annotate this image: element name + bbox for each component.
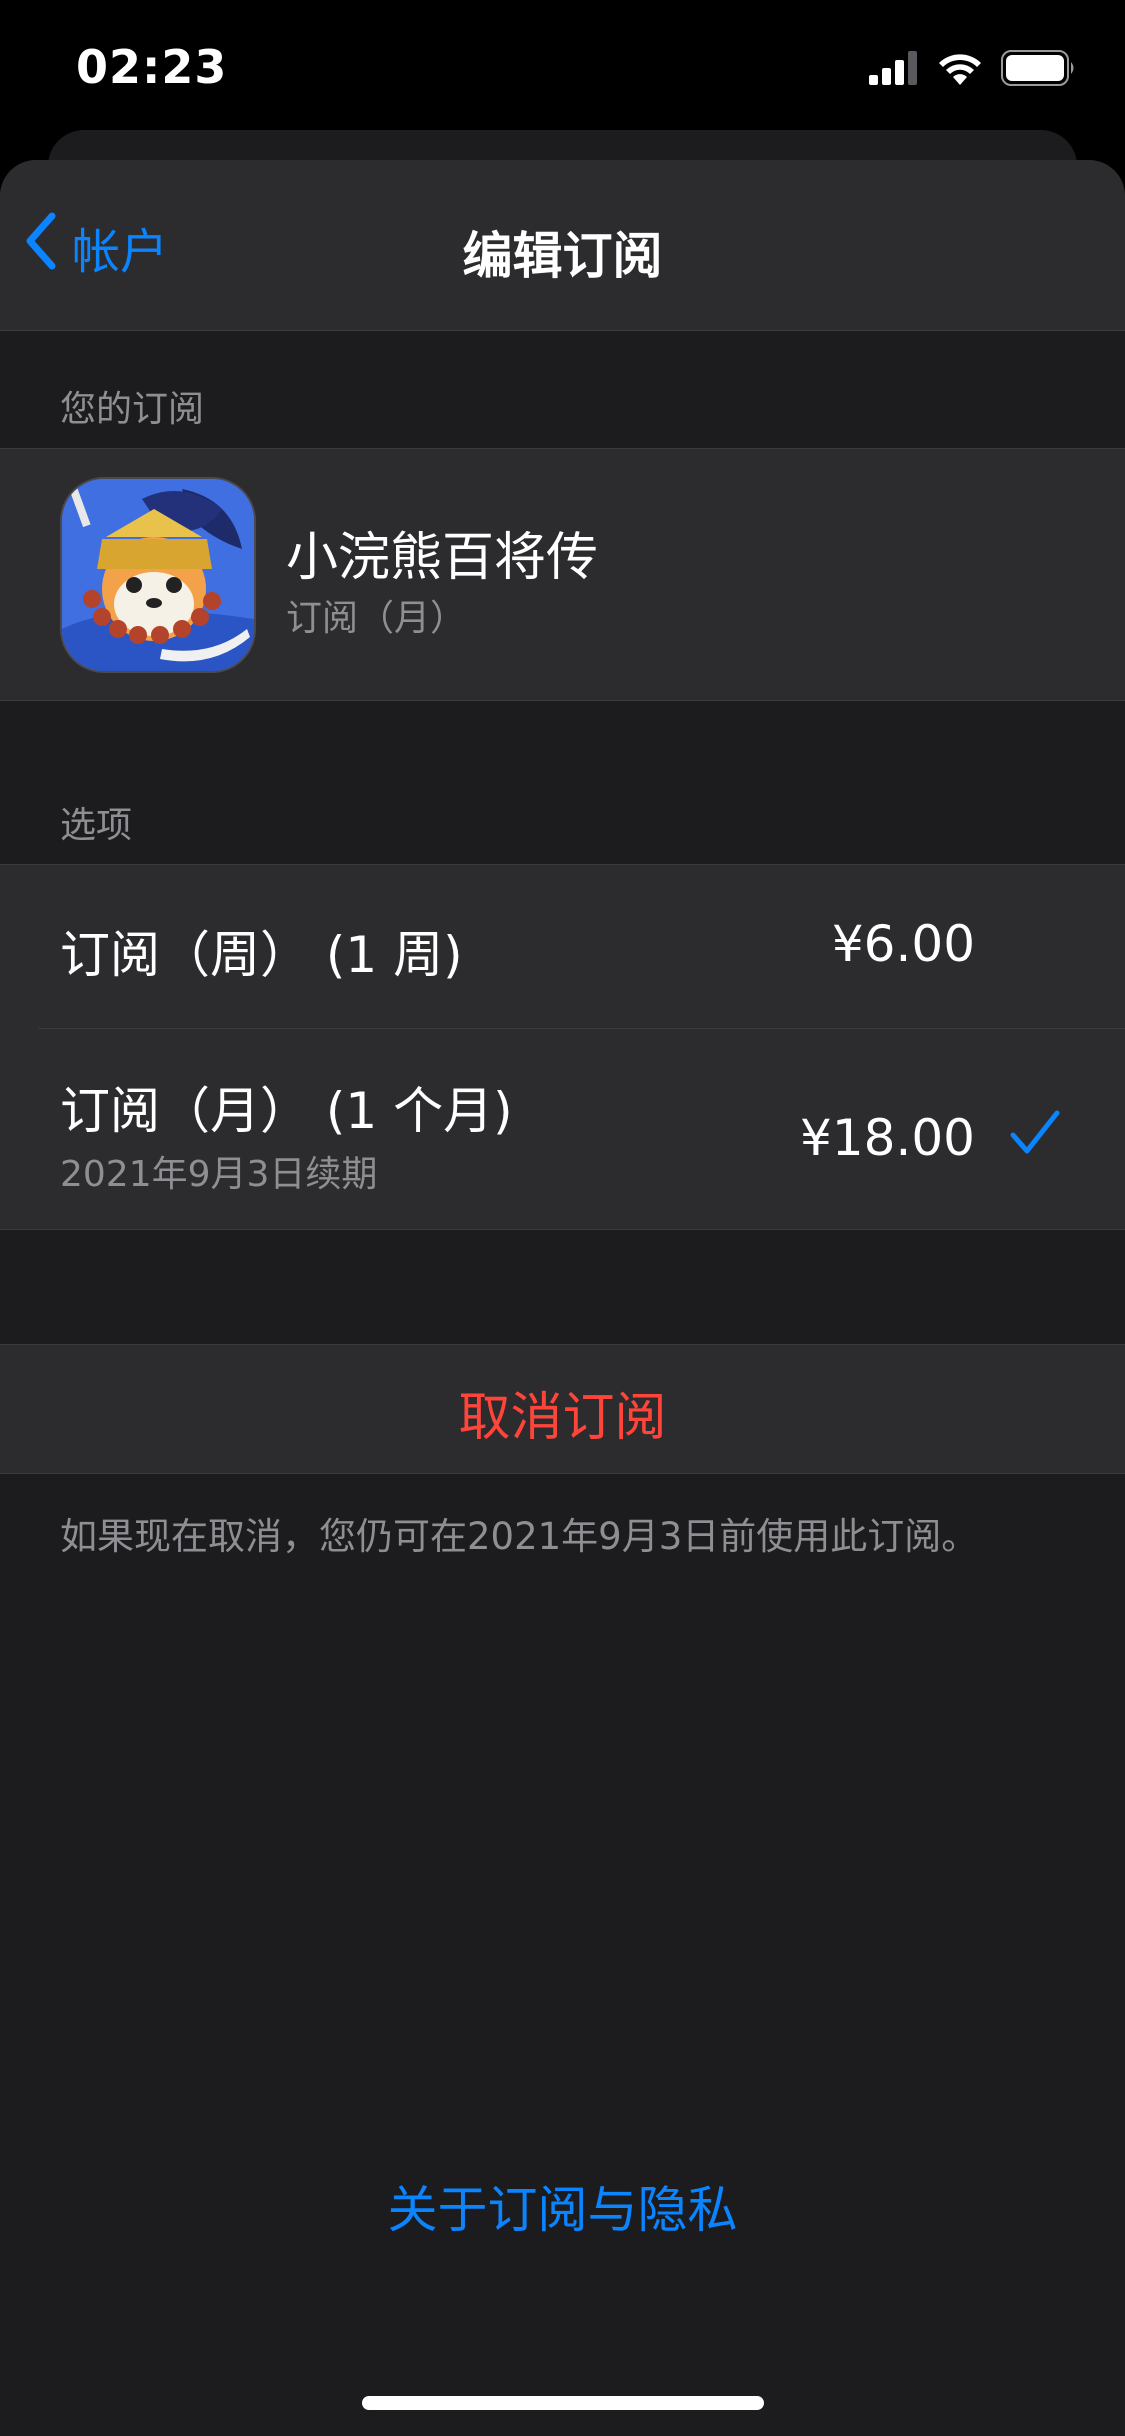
- battery-icon: [1001, 50, 1077, 90]
- app-name: 小浣熊百将传: [286, 528, 599, 588]
- raccoon-app-icon: [60, 477, 256, 673]
- option-label: 订阅（周） (1 周): [60, 926, 463, 984]
- status-icons: [869, 50, 1077, 90]
- subscription-privacy-link[interactable]: 关于订阅与隐私: [0, 2170, 1125, 2242]
- renewal-date: 2021年9月3日续期: [60, 1154, 378, 1195]
- option-price: ¥6.00: [831, 915, 975, 973]
- status-time: 02:23: [76, 40, 228, 94]
- option-weekly[interactable]: 订阅（周） (1 周) ¥6.00: [0, 865, 1125, 1028]
- home-indicator: [362, 2396, 764, 2410]
- section-header-subscription: 您的订阅: [60, 389, 205, 430]
- navigation-bar: 帐户 编辑订阅: [0, 160, 1125, 331]
- option-price: ¥18.00: [800, 1109, 975, 1167]
- checkmark-icon: [1009, 1107, 1061, 1163]
- cellular-signal-icon: [869, 51, 919, 89]
- option-label: 订阅（月） (1 个月): [60, 1082, 513, 1140]
- section-header-options: 选项: [60, 805, 133, 846]
- wifi-icon: [937, 51, 983, 89]
- cancel-group: 取消订阅: [0, 1344, 1125, 1474]
- page-title: 编辑订阅: [462, 227, 663, 285]
- options-list: 订阅（周） (1 周) ¥6.00 订阅（月） (1 个月) 2021年9月3日…: [0, 864, 1125, 1230]
- current-plan: 订阅（月）: [286, 598, 467, 639]
- cancel-subscription-button[interactable]: 取消订阅: [0, 1375, 1125, 1450]
- cancel-footnote: 如果现在取消，您仍可在2021年9月3日前使用此订阅。: [60, 1515, 979, 1558]
- edit-subscription-sheet: 帐户 编辑订阅 您的订阅 小浣熊百将传 订阅（月） 选项 订阅（周） (1 周)…: [0, 160, 1125, 2436]
- status-bar: 02:23: [0, 0, 1125, 132]
- option-monthly[interactable]: 订阅（月） (1 个月) 2021年9月3日续期 ¥18.00: [0, 1029, 1125, 1229]
- subscription-card: 小浣熊百将传 订阅（月）: [0, 448, 1125, 701]
